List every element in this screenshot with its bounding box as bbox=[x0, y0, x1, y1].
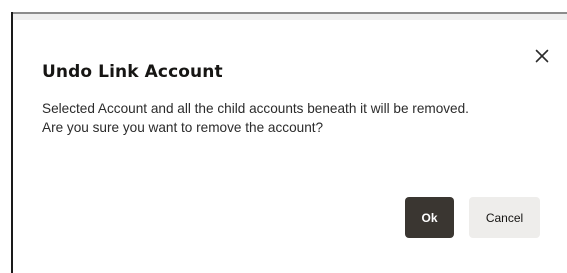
cancel-button[interactable]: Cancel bbox=[469, 197, 540, 238]
dialog-title: Undo Link Account bbox=[42, 62, 223, 82]
page: Undo Link Account Selected Account and a… bbox=[0, 0, 567, 273]
close-button[interactable] bbox=[531, 45, 553, 67]
dialog-message: Selected Account and all the child accou… bbox=[42, 99, 469, 137]
ok-button[interactable]: Ok bbox=[405, 197, 454, 238]
undo-link-account-dialog: Undo Link Account Selected Account and a… bbox=[13, 14, 567, 273]
close-icon bbox=[535, 49, 549, 63]
message-line-2: Are you sure you want to remove the acco… bbox=[42, 120, 324, 135]
message-line-1: Selected Account and all the child accou… bbox=[42, 101, 469, 116]
